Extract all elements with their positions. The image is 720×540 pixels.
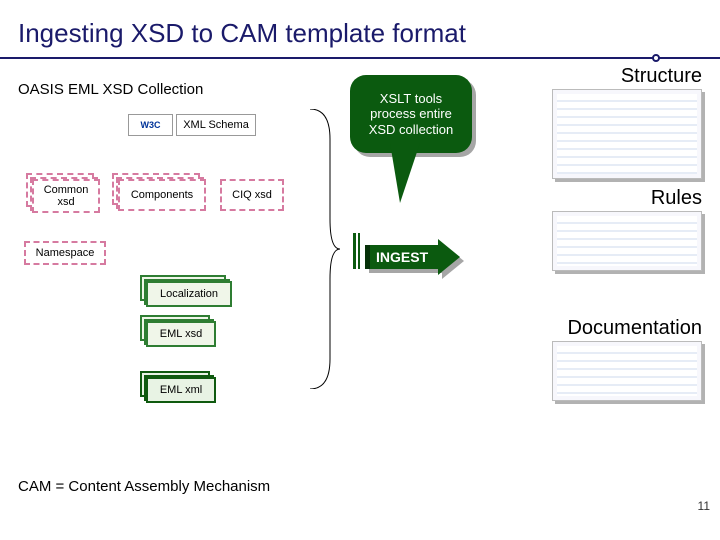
ciq-xsd-box: CIQ xsd [220,179,284,211]
common-xsd-box: Common xsd [32,179,100,213]
w3c-logo: W3C [128,114,173,136]
namespace-box: Namespace [24,241,106,265]
ingest-barrier-icon [353,233,360,269]
documentation-label: Documentation [567,317,702,340]
title-text: Ingesting XSD to CAM template format [18,18,466,48]
documentation-thumbnail [552,341,702,401]
localization-box: Localization [146,281,232,307]
rules-thumbnail [552,211,702,271]
arrow-head-icon [438,239,460,275]
diagram-canvas: OASIS EML XSD Collection W3C XML Schema … [0,59,720,519]
components-box: Components [118,179,206,211]
eml-xsd-box: EML xsd [146,321,216,347]
curly-brace [300,109,340,389]
xml-schema-box: XML Schema [176,114,256,136]
xslt-callout: XSLT tools process entire XSD collection [350,75,472,153]
ingest-label: INGEST [365,245,438,269]
ingest-arrow: INGEST [365,239,460,275]
rules-label: Rules [651,187,702,210]
structure-thumbnail [552,89,702,179]
thumbnail-lines-icon [557,94,697,174]
xslt-callout-text: XSLT tools process entire XSD collection [356,91,466,138]
thumbnail-lines-icon [557,346,697,396]
footer-note: CAM = Content Assembly Mechanism [18,478,270,495]
slide-title: Ingesting XSD to CAM template format [0,0,720,59]
structure-label: Structure [621,65,702,88]
page-number: 11 [698,499,710,513]
thumbnail-lines-icon [557,216,697,266]
eml-xml-box: EML xml [146,377,216,403]
collection-label: OASIS EML XSD Collection [18,81,203,98]
